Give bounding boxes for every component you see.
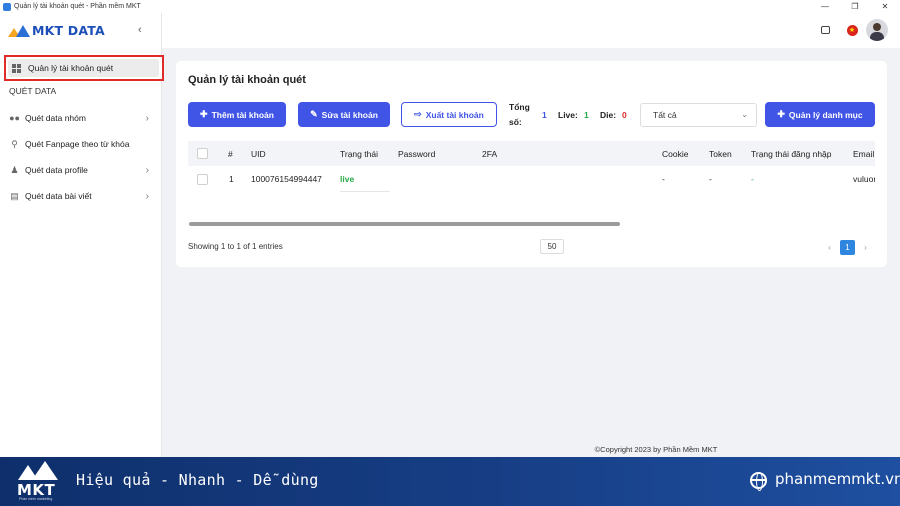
export-account-label: Xuất tài khoản (425, 109, 484, 120)
export-icon: ⇨ (414, 109, 422, 119)
live-label: Live: (558, 110, 578, 120)
close-button[interactable]: ✕ (870, 0, 900, 13)
export-account-button[interactable]: ⇨ Xuất tài khoản (401, 102, 497, 127)
highlight-box: Quản lý tài khoản quét (4, 55, 164, 81)
prev-page-button[interactable]: ‹ (822, 240, 837, 255)
col-index: # (228, 149, 233, 159)
top-bar: ★ (162, 13, 900, 48)
cell-token: - (709, 174, 712, 184)
manage-category-label: Quản lý danh mục (788, 109, 863, 120)
logo-text: MKT DATA (32, 23, 105, 38)
globe-icon (750, 472, 767, 491)
promo-banner: MKT Phần mềm marketing Hiệu quả - Nhanh … (0, 457, 900, 506)
chevron-down-icon: ⌄ (741, 110, 748, 119)
edit-icon: ✎ (310, 109, 318, 119)
die-value: 0 (622, 110, 627, 120)
row-checkbox[interactable] (197, 174, 208, 185)
page-title: Quản lý tài khoản quét (188, 74, 306, 86)
cell-status: live (340, 174, 355, 184)
sidebar-item-label: Quét Fanpage theo từ khóa (25, 139, 130, 149)
next-page-button[interactable]: › (858, 240, 873, 255)
copyright: ©Copyright 2023 by Phần Mềm MKT (0, 445, 900, 454)
chevron-right-icon: › (145, 164, 149, 176)
col-token: Token (709, 149, 732, 159)
sidebar-item-post-data[interactable]: ▤ Quét data bài viết › (0, 183, 161, 209)
col-email: Email (853, 149, 875, 159)
sidebar-item-account-manager[interactable]: Quản lý tài khoản quét (8, 59, 159, 77)
sidebar-item-fanpage-keyword[interactable]: ⚲ Quét Fanpage theo từ khóa (0, 131, 161, 157)
table-header: # UID Trạng thái Password 2FA Cookie Tok… (188, 141, 875, 166)
page-button-1[interactable]: 1 (840, 240, 855, 255)
sidebar-item-group-data[interactable]: ●● Quét data nhóm › (0, 105, 161, 131)
col-2fa: 2FA (482, 149, 498, 159)
entries-info: Showing 1 to 1 of 1 entries (188, 242, 283, 251)
cell-email: vuluon (853, 174, 875, 184)
add-account-label: Thêm tài khoản (211, 109, 274, 120)
total-label-2: số: (509, 117, 522, 127)
account-card: Quản lý tài khoản quét ✚ Thêm tài khoản … (176, 61, 887, 267)
chat-icon[interactable] (816, 21, 834, 39)
table-row[interactable]: 1 100076154994447 live - - - vuluon (188, 166, 875, 192)
divider (340, 191, 390, 192)
cell-uid: 100076154994447 (251, 174, 322, 184)
select-all-checkbox[interactable] (197, 148, 208, 159)
window-titlebar: Quản lý tài khoản quét - Phần mềm MKT — … (0, 0, 900, 13)
logo-mark-icon (8, 24, 30, 37)
banner-slogan: Hiệu quả - Nhanh - Dễ dùng (76, 471, 319, 489)
search-icon: ⚲ (11, 138, 18, 149)
status-filter-value: Tất cả (653, 110, 677, 120)
col-uid: UID (251, 149, 266, 159)
total-value: 1 (542, 110, 547, 120)
banner-logo-sub: Phần mềm marketing (19, 497, 53, 501)
section-label: QUÉT DATA (9, 86, 57, 96)
status-filter-select[interactable]: Tất cả ⌄ (640, 103, 757, 127)
add-account-button[interactable]: ✚ Thêm tài khoản (188, 102, 286, 127)
horizontal-scrollbar[interactable] (189, 222, 620, 226)
manage-category-button[interactable]: ✚ Quản lý danh mục (765, 102, 875, 127)
col-password: Password (398, 149, 436, 159)
chevron-right-icon: › (145, 112, 149, 124)
sidebar-item-profile-data[interactable]: ♟ Quét data profile › (0, 157, 161, 183)
sidebar: MKT DATA ‹ Quản lý tài khoản quét QUÉT D… (0, 13, 164, 457)
vietnam-flag-icon[interactable]: ★ (843, 21, 861, 39)
cell-index: 1 (229, 174, 234, 184)
cell-cookie: - (662, 174, 665, 184)
window-title: Quản lý tài khoản quét - Phần mềm MKT (14, 3, 141, 10)
grid-icon (12, 63, 21, 73)
banner-website: phanmemmkt.vn (775, 470, 900, 488)
sidebar-item-label: Quét data profile (25, 165, 88, 175)
edit-account-button[interactable]: ✎ Sửa tài khoản (298, 102, 390, 127)
edit-account-label: Sửa tài khoản (321, 109, 378, 120)
sidebar-item-label: Quản lý tài khoản quét (28, 63, 114, 73)
minimize-button[interactable]: — (810, 0, 840, 13)
collapse-sidebar-icon[interactable]: ‹ (138, 24, 142, 36)
die-label: Die: (600, 110, 617, 120)
document-icon: ▤ (10, 190, 19, 201)
logo[interactable]: MKT DATA ‹ (0, 13, 161, 48)
window-controls: — ❐ ✕ (810, 0, 900, 13)
col-status: Trạng thái (340, 149, 378, 159)
live-value: 1 (584, 110, 589, 120)
total-label-1: Tổng (509, 102, 530, 112)
user-tie-icon: ♟ (10, 164, 19, 175)
add-user-icon: ✚ (777, 109, 785, 119)
copyright-text: ©Copyright 2023 by Phần Mềm MKT (594, 445, 718, 454)
page-size-select[interactable]: 50 (540, 239, 564, 254)
col-login-status: Trạng thái đăng nhập (751, 149, 832, 159)
sidebar-item-label: Quét data nhóm (25, 113, 86, 123)
sidebar-item-label: Quét data bài viết (25, 191, 92, 201)
chevron-right-icon: › (145, 190, 149, 202)
users-icon: ●● (9, 113, 20, 123)
app-icon (3, 2, 11, 11)
maximize-button[interactable]: ❐ (840, 0, 870, 13)
add-user-icon: ✚ (200, 109, 208, 119)
avatar[interactable] (866, 19, 888, 41)
cell-login-status: - (751, 174, 754, 184)
col-cookie: Cookie (662, 149, 689, 159)
mkt-logo: MKT Phần mềm marketing (16, 461, 62, 501)
